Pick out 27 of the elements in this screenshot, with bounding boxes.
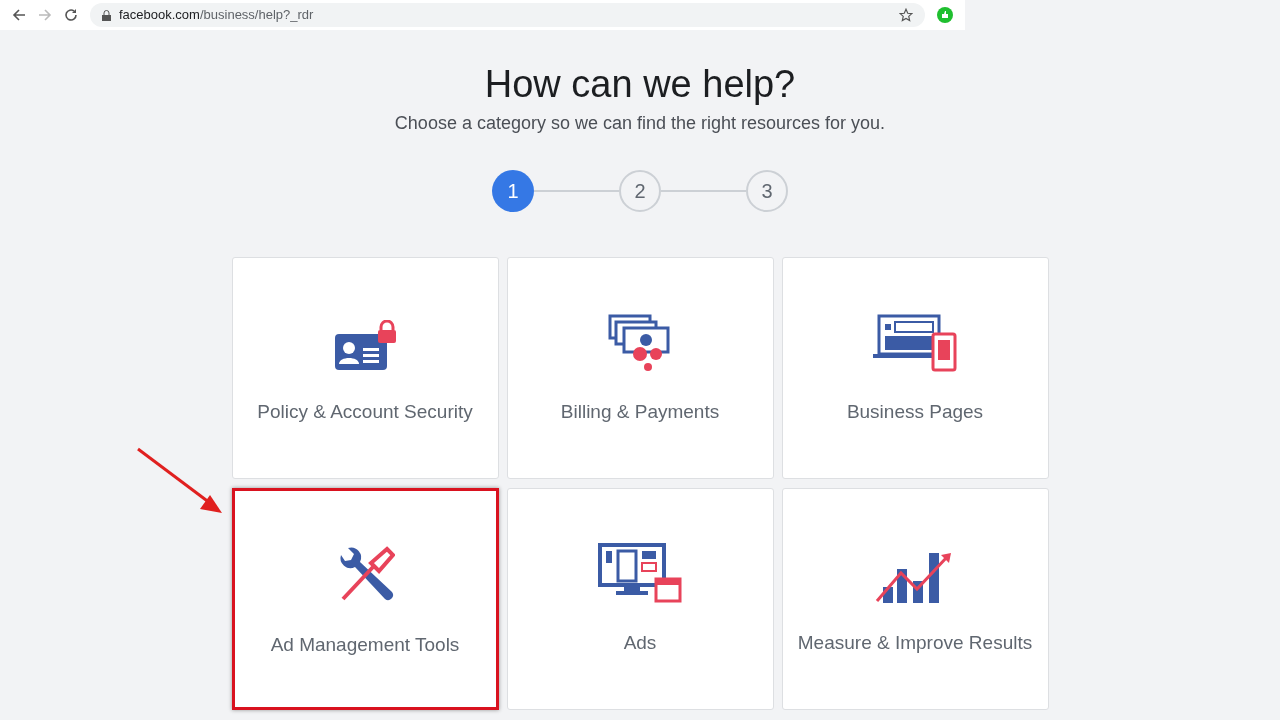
url-text: facebook.com/business/help?_rdr bbox=[119, 6, 314, 25]
step-indicator: 3 bbox=[746, 170, 788, 212]
category-label: Measure & Improve Results bbox=[797, 631, 1033, 655]
money-stack-icon bbox=[608, 314, 672, 372]
page-heading: How can we help? bbox=[484, 62, 796, 107]
step-indicator: 2 bbox=[619, 170, 661, 212]
step-indicator: 1 bbox=[492, 170, 534, 212]
address-bar[interactable]: facebook.com/business/help?_rdr bbox=[90, 3, 925, 27]
reload-icon[interactable] bbox=[64, 8, 78, 22]
page-subheading: Choose a category so we can find the right resources for you. bbox=[394, 112, 886, 135]
category-card[interactable]: Measure & Improve Results bbox=[781, 488, 1049, 710]
id-card-lock-icon bbox=[333, 320, 397, 372]
laptop-phone-icon bbox=[873, 314, 957, 372]
category-label: Business Pages bbox=[846, 400, 984, 424]
category-card[interactable]: Ad Management Tools bbox=[231, 488, 499, 710]
back-arrow-icon[interactable] bbox=[12, 8, 26, 22]
category-label: Ad Management Tools bbox=[270, 633, 460, 657]
category-label: Billing & Payments bbox=[560, 400, 720, 424]
category-label: Ads bbox=[623, 631, 657, 655]
monitor-layout-icon bbox=[598, 543, 682, 603]
category-card[interactable]: Business Pages bbox=[781, 257, 1049, 479]
star-icon[interactable] bbox=[899, 8, 913, 22]
category-label: Policy & Account Security bbox=[257, 400, 473, 424]
category-card[interactable]: Policy & Account Security bbox=[231, 257, 499, 479]
category-card[interactable]: Ads bbox=[506, 488, 774, 710]
category-card[interactable]: Billing & Payments bbox=[506, 257, 774, 479]
lock-icon bbox=[102, 9, 111, 21]
